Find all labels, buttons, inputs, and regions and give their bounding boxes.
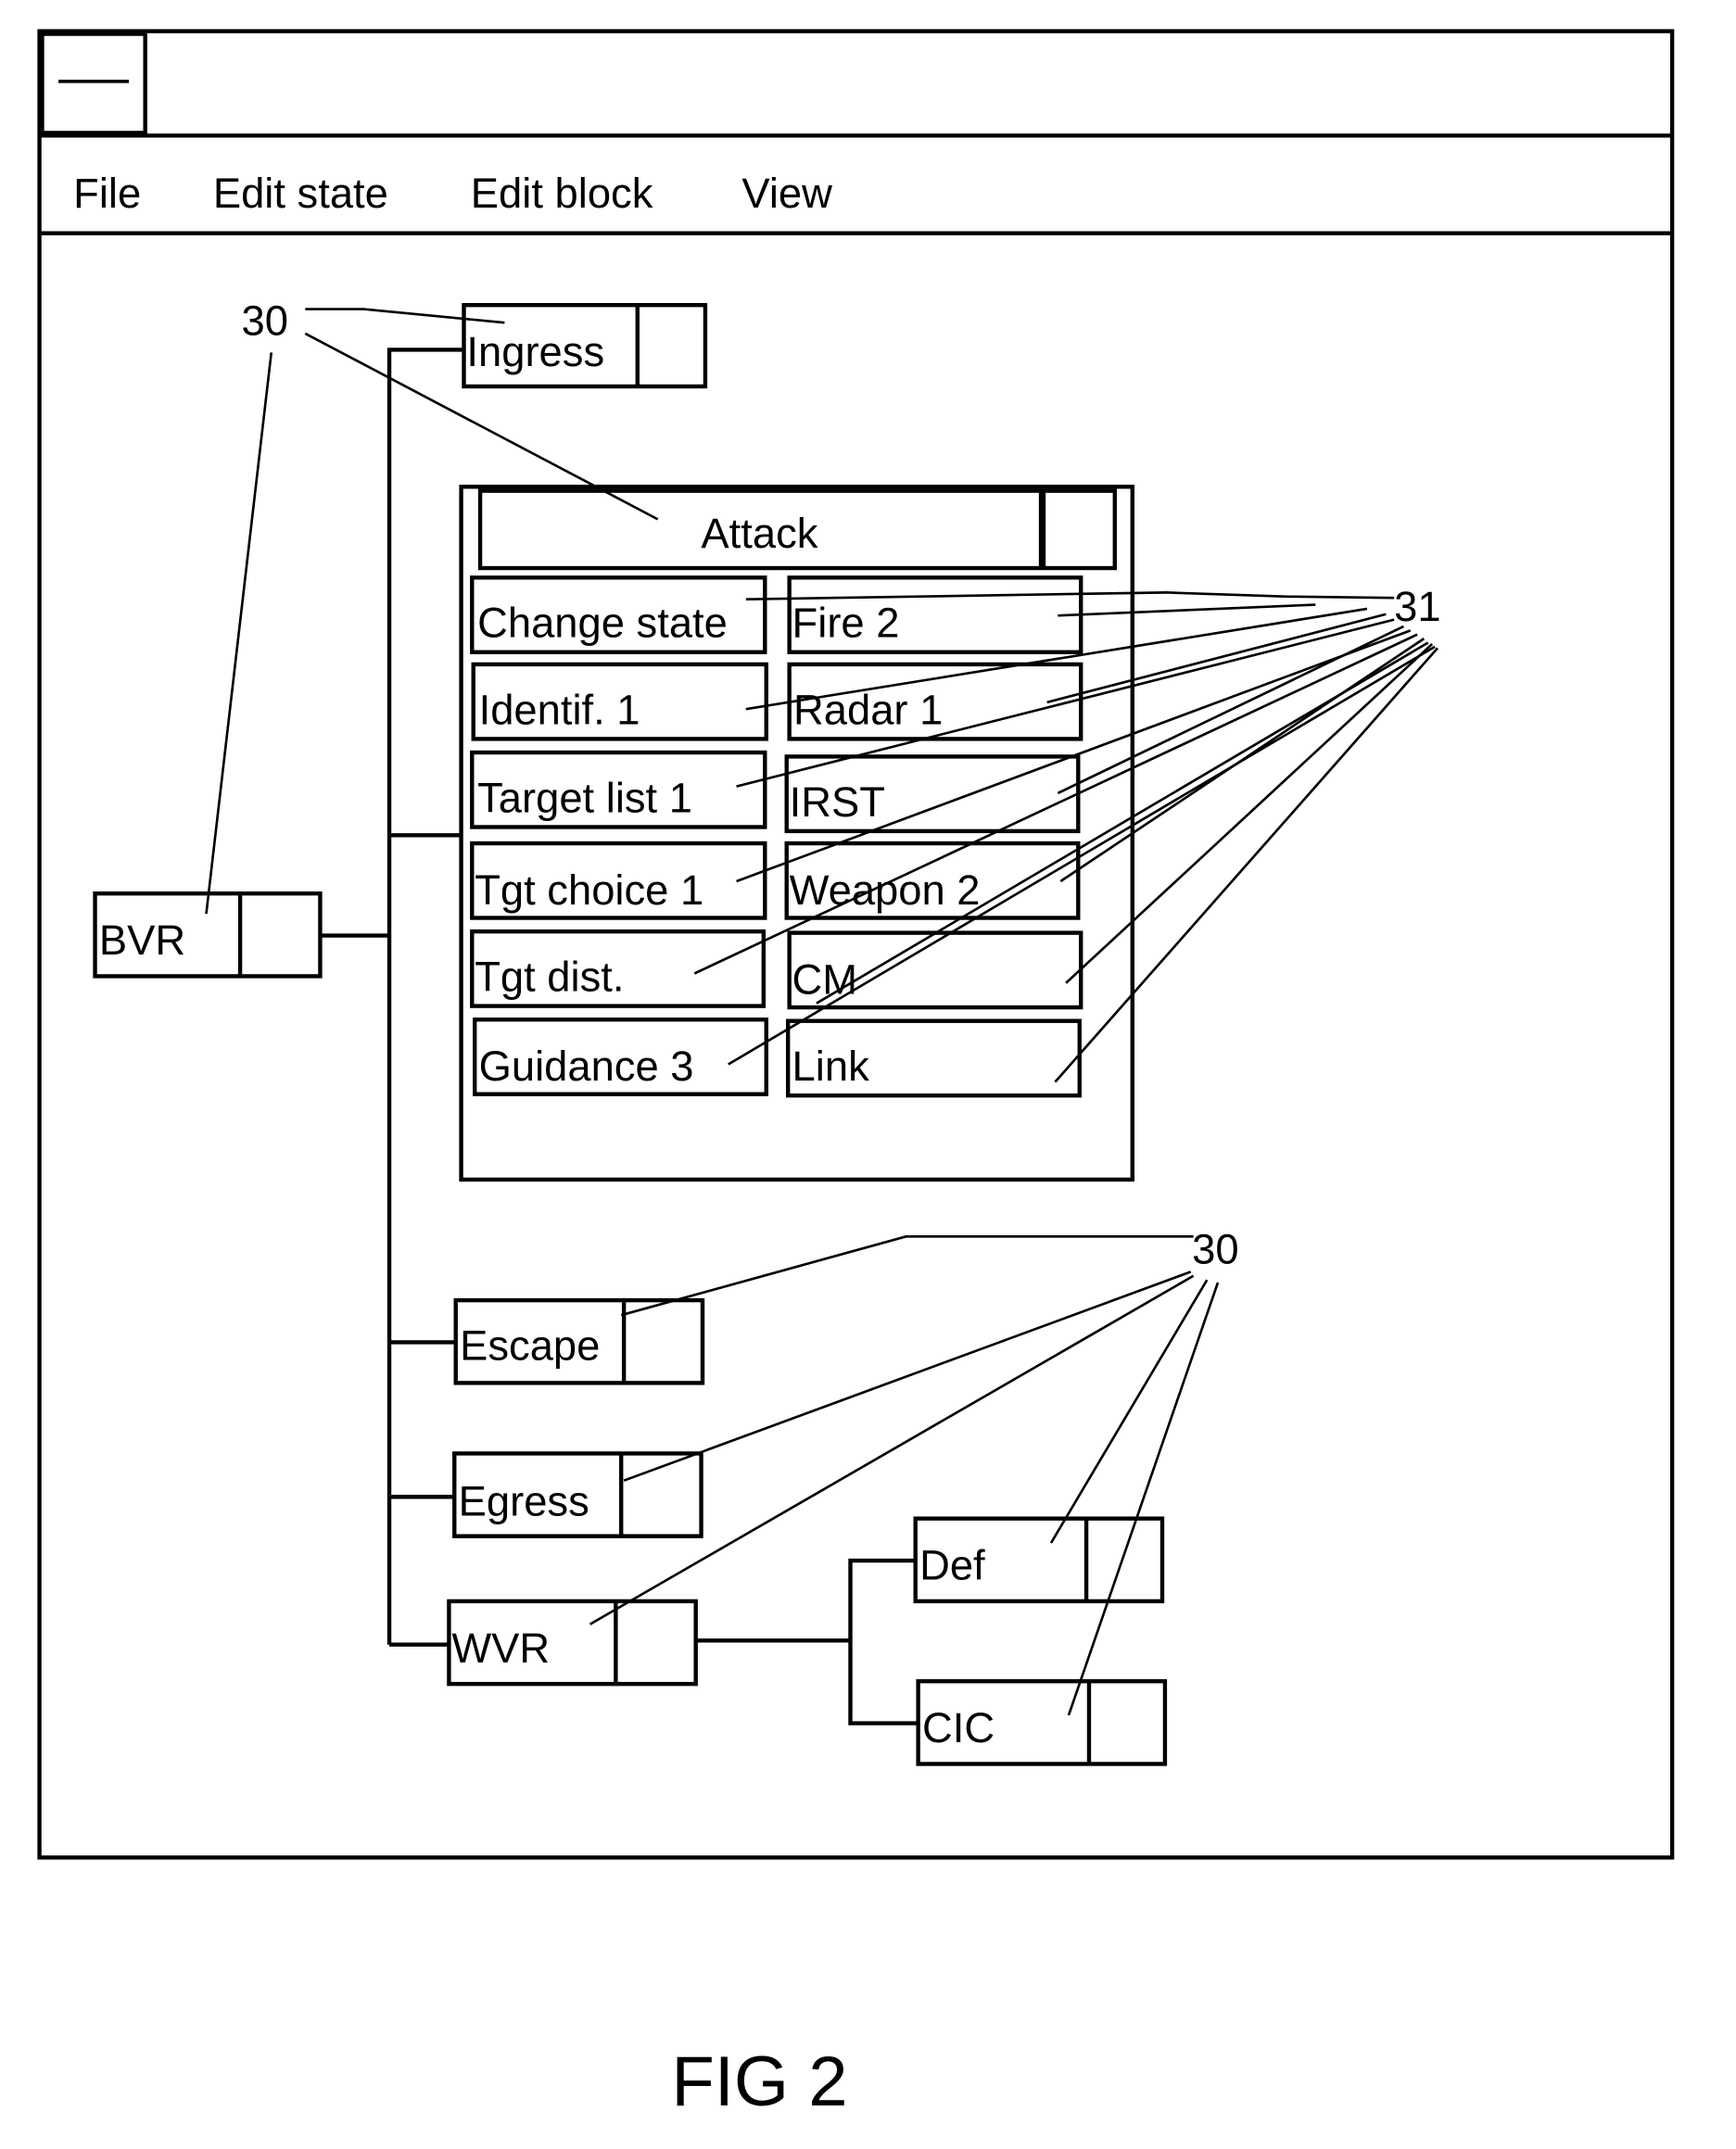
state-cic-label: CIC bbox=[922, 1704, 995, 1751]
state-wvr[interactable]: WVR bbox=[447, 1599, 698, 1687]
state-ingress[interactable]: Ingress bbox=[462, 303, 708, 389]
figure-caption: FIG 2 bbox=[671, 2042, 847, 2121]
state-cic-expand-button[interactable] bbox=[1091, 1684, 1162, 1762]
system-menu-box[interactable] bbox=[40, 32, 147, 135]
menu-view[interactable]: View bbox=[741, 170, 832, 217]
block-target-list-1[interactable]: Target list 1 bbox=[470, 750, 767, 829]
leader-line bbox=[1067, 1282, 1220, 1716]
state-attack-divider bbox=[1038, 492, 1046, 567]
state-bvr-expand-button[interactable] bbox=[243, 896, 318, 974]
block-weapon-2[interactable]: Weapon 2 bbox=[784, 841, 1081, 920]
block-radar-1[interactable]: Radar 1 bbox=[787, 662, 1083, 741]
block-irst[interactable]: IRST bbox=[784, 754, 1081, 834]
connector-def-cic bbox=[848, 1558, 919, 1726]
leader-line bbox=[205, 352, 273, 915]
reference-numeral: 30 bbox=[242, 297, 288, 344]
state-escape-label: Escape bbox=[460, 1321, 600, 1369]
block-label: Target list 1 bbox=[477, 774, 692, 821]
reference-numeral: 31 bbox=[1394, 583, 1440, 630]
state-def[interactable]: Def bbox=[913, 1516, 1165, 1604]
block-label: Tgt choice 1 bbox=[475, 866, 703, 914]
leader-line bbox=[1049, 1279, 1209, 1544]
block-fire-2[interactable]: Fire 2 bbox=[787, 575, 1083, 654]
menu-edit-state[interactable]: Edit state bbox=[213, 170, 388, 217]
reference-numeral: 30 bbox=[1192, 1226, 1238, 1273]
state-escape-expand-button[interactable] bbox=[627, 1303, 701, 1381]
state-bvr-label: BVR bbox=[99, 916, 185, 964]
state-attack-collapse-button[interactable] bbox=[1046, 493, 1112, 566]
block-link[interactable]: Link bbox=[785, 1018, 1082, 1098]
block-label: Tgt dist. bbox=[475, 954, 624, 1001]
block-guidance-3[interactable]: Guidance 3 bbox=[473, 1018, 768, 1096]
system-menu-button[interactable] bbox=[40, 32, 147, 135]
block-label: IRST bbox=[790, 778, 885, 826]
block-label: CM bbox=[792, 955, 858, 1003]
block-label: Guidance 3 bbox=[479, 1043, 694, 1090]
block-identif-1[interactable]: Identif. 1 bbox=[471, 662, 768, 741]
state-cic[interactable]: CIC bbox=[916, 1679, 1168, 1766]
block-label: Radar 1 bbox=[793, 686, 943, 733]
state-wvr-expand-button[interactable] bbox=[618, 1603, 693, 1682]
figure-canvas: File Edit state Edit block View BVR Ingr… bbox=[37, 29, 1675, 2121]
block-cm[interactable]: CM bbox=[787, 930, 1083, 1010]
block-tgt-dist[interactable]: Tgt dist. bbox=[470, 929, 767, 1008]
block-label: Weapon 2 bbox=[790, 866, 981, 914]
state-attack-panel: Attack Change state Identif. 1 Target li… bbox=[459, 485, 1134, 1182]
menu-file[interactable]: File bbox=[73, 170, 141, 217]
state-egress-label: Egress bbox=[459, 1478, 589, 1525]
state-def-expand-button[interactable] bbox=[1088, 1521, 1160, 1599]
block-tgt-choice-1[interactable]: Tgt choice 1 bbox=[470, 841, 767, 920]
block-label: Link bbox=[792, 1043, 870, 1090]
block-change-state[interactable]: Change state bbox=[470, 575, 767, 654]
block-label: Identif. 1 bbox=[479, 686, 640, 733]
block-label: Fire 2 bbox=[792, 600, 900, 647]
state-wvr-label: WVR bbox=[451, 1624, 550, 1672]
state-escape[interactable]: Escape bbox=[453, 1297, 705, 1385]
state-attack-label: Attack bbox=[701, 510, 817, 557]
block-label: Change state bbox=[477, 600, 728, 647]
state-def-label: Def bbox=[919, 1542, 985, 1589]
menu-edit-block[interactable]: Edit block bbox=[471, 170, 653, 217]
state-ingress-expand-button[interactable] bbox=[640, 308, 703, 385]
state-attack-header[interactable]: Attack bbox=[477, 488, 1117, 571]
menu-bar: File Edit state Edit block View bbox=[73, 170, 832, 217]
connector-trunk bbox=[386, 348, 464, 1645]
state-ingress-label: Ingress bbox=[466, 328, 604, 375]
